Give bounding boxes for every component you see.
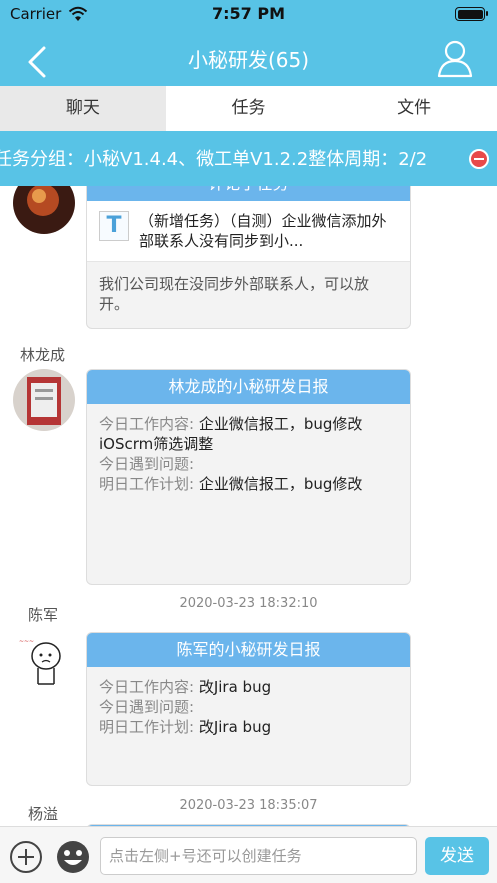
comment-text: 我们公司现在没同步外部联系人，可以放开。 (99, 275, 370, 313)
timestamp: 2020-03-23 18:35:07 (179, 798, 318, 813)
avatar[interactable] (13, 369, 75, 431)
report-body: 今日工作内容: 改Jira bug 今日遇到问题: 明日工作计划: 改Jira … (99, 678, 272, 736)
page-title: 小秘研发(65) (187, 48, 310, 72)
card-title: 林龙成的小秘研发日报 (87, 370, 410, 404)
sender-name: 林龙成 (20, 346, 66, 364)
send-button[interactable]: 发送 (425, 837, 489, 875)
task-link[interactable]: T （新增任务）（自测）企业微信添加外部联系人没有同步到小... (87, 201, 410, 262)
message-input[interactable]: 点击左侧+号还可以创建任务 (100, 837, 417, 875)
report-body: 今日工作内容: 企业微信报工，bug修改 iOScrm筛选调整 今日遇到问题: … (99, 415, 363, 493)
top-bar: Carrier 7:57 PM 小秘研发(65) (0, 0, 497, 86)
announcement-banner[interactable]: 任务分组：小秘V1.4.4、微工单V1.2.2整体周期：2/2 (0, 131, 497, 186)
daily-report-card[interactable]: 林龙成的小秘研发日报 今日工作内容: 企业微信报工，bug修改 iOScrm筛选… (86, 369, 411, 585)
announcement-text: 任务分组：小秘V1.4.4、微工单V1.2.2整体周期：2/2 (0, 149, 428, 170)
add-task-button[interactable] (10, 841, 42, 873)
emoji-icon[interactable] (55, 839, 91, 875)
avatar[interactable]: ~~~ (16, 632, 78, 694)
group-members-icon[interactable] (435, 38, 475, 78)
chat-area[interactable]: 评论了任务 T （新增任务）（自测）企业微信添加外部联系人没有同步到小... 我… (0, 186, 497, 826)
card-title: 陈军的小秘研发日报 (87, 633, 410, 667)
tab-tasks[interactable]: 任务 (166, 86, 332, 131)
tab-chat[interactable]: 聊天 (0, 86, 166, 131)
task-icon: T (99, 211, 129, 241)
tab-bar: 聊天 任务 文件 (0, 86, 497, 131)
card-title: 评论了任务 (87, 186, 410, 201)
clock: 7:57 PM (211, 4, 285, 23)
task-comment-card[interactable]: 评论了任务 T （新增任务）（自测）企业微信添加外部联系人没有同步到小... 我… (86, 186, 411, 329)
svg-text:~~~: ~~~ (19, 638, 34, 645)
avatar[interactable] (13, 186, 75, 234)
tab-files[interactable]: 文件 (331, 86, 497, 131)
status-bar: Carrier 7:57 PM (0, 0, 497, 30)
input-bar: 点击左侧+号还可以创建任务 发送 (0, 826, 497, 883)
close-icon[interactable] (469, 149, 489, 169)
sender-name: 杨溢 (28, 805, 59, 823)
task-title: （新增任务）（自测）企业微信添加外部联系人没有同步到小... (139, 212, 387, 250)
timestamp: 2020-03-23 18:32:10 (179, 596, 318, 611)
battery-icon (455, 7, 488, 21)
sender-name: 陈军 (28, 606, 59, 624)
daily-report-card[interactable]: 陈军的小秘研发日报 今日工作内容: 改Jira bug 今日遇到问题: 明日工作… (86, 632, 411, 786)
